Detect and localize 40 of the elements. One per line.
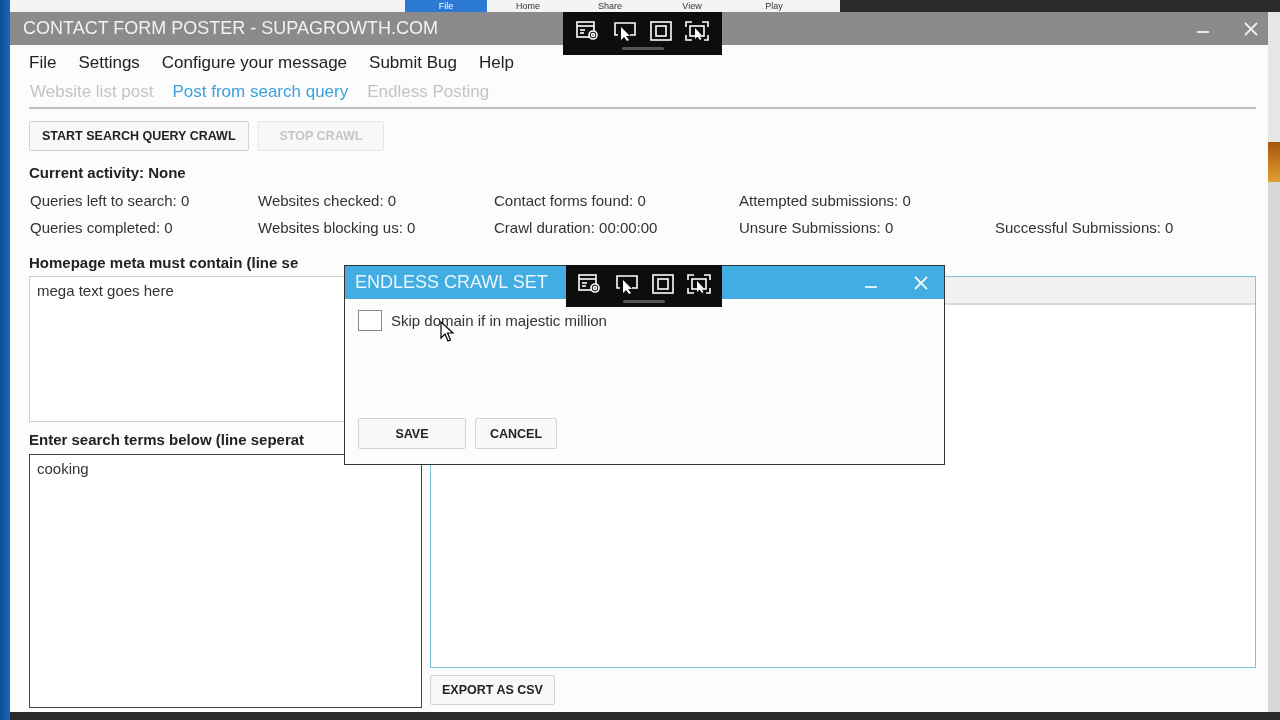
square-icon[interactable] [650,273,675,295]
text-area[interactable]: cooking [29,454,422,708]
ribbon-tab[interactable]: Share [569,0,651,12]
close-icon[interactable] [1244,21,1258,36]
dialog-button[interactable]: SAVE [358,418,466,449]
stat-label: Queries completed: 0 [30,219,174,236]
drag-handle[interactable] [623,300,665,303]
frame-pointer-icon[interactable] [684,20,710,42]
menu-item[interactable]: Configure your message [161,53,348,73]
stat-label: Attempted submissions: 0 [739,192,912,209]
stat-label: Websites checked: 0 [258,192,398,209]
window-gear-icon[interactable] [576,273,603,295]
square-icon[interactable] [649,20,673,42]
menu-item[interactable]: Submit Bug [369,53,457,73]
stat-label: Unsure Submissions: 0 [739,219,895,236]
menu-item[interactable]: Settings [78,53,140,73]
stat-label: Websites blocking us: 0 [258,219,417,236]
stat-label: Successful Submissions: 0 [995,219,1175,236]
menu-item[interactable]: File [29,53,57,73]
pointer-screen-icon[interactable] [612,20,638,42]
menu-item[interactable]: Help [478,53,514,73]
pointer-screen-icon[interactable] [613,273,640,295]
field-label: Enter search terms below (line seperat [29,431,305,449]
ribbon-tab[interactable]: File [405,0,487,12]
ribbon-tab[interactable]: Home [487,0,569,12]
export-button[interactable]: EXPORT AS CSV [430,675,555,705]
ribbon-tab[interactable]: Play [733,0,815,12]
window-title: CONTACT FORM POSTER - SUPAGROWTH.COM [23,18,438,39]
field-label: Homepage meta must contain (line se [29,254,299,272]
drag-handle[interactable] [621,47,664,50]
activity-label: Current activity: None [29,164,187,181]
stat-label: Contact forms found: 0 [494,192,647,209]
stat-label: Crawl duration: 00:00:00 [494,219,659,236]
frame-pointer-icon[interactable] [685,273,712,295]
dialog-button[interactable]: CANCEL [475,418,557,449]
ribbon-tab[interactable]: View [651,0,733,12]
stat-label: Queries left to search: 0 [30,192,191,209]
window-gear-icon[interactable] [575,20,601,42]
checkbox[interactable] [358,310,382,331]
action-button[interactable]: START SEARCH QUERY CRAWL [29,121,249,151]
